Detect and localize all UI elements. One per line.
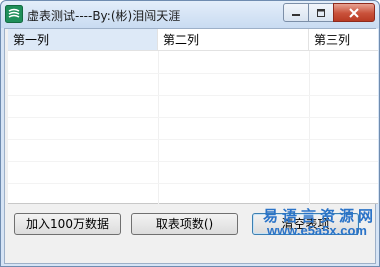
column-header-2[interactable]: 第二列	[158, 29, 309, 51]
list-header: 第一列 第二列 第三列	[8, 29, 378, 51]
get-item-count-button[interactable]: 取表项数()	[131, 213, 238, 235]
watermark-site-url: www.e5a5x.com	[267, 223, 367, 238]
maximize-icon	[317, 8, 325, 17]
virtual-list-view[interactable]: 第一列 第二列 第三列	[8, 29, 378, 204]
close-button[interactable]	[333, 3, 375, 22]
row-divider	[8, 161, 378, 162]
row-divider	[8, 117, 378, 118]
window-title: 虚表测试----By:(彬)泪闯天涯	[27, 9, 181, 23]
row-divider	[8, 139, 378, 140]
app-logo-icon	[5, 5, 23, 23]
row-divider	[8, 73, 378, 74]
column-header-3[interactable]: 第三列	[309, 29, 378, 51]
add-million-data-button[interactable]: 加入100万数据	[14, 213, 121, 235]
title-bar[interactable]: 虚表测试----By:(彬)泪闯天涯	[1, 1, 379, 28]
minimize-icon	[292, 13, 300, 16]
row-divider	[8, 183, 378, 184]
maximize-button[interactable]	[308, 3, 334, 22]
close-icon	[349, 7, 359, 18]
row-divider	[8, 95, 378, 96]
app-window: 虚表测试----By:(彬)泪闯天涯 第一列 第二列 第三列 加入100万数据 …	[0, 0, 380, 267]
caption-buttons	[283, 3, 375, 22]
minimize-button[interactable]	[283, 3, 309, 22]
column-header-1[interactable]: 第一列	[8, 29, 158, 51]
